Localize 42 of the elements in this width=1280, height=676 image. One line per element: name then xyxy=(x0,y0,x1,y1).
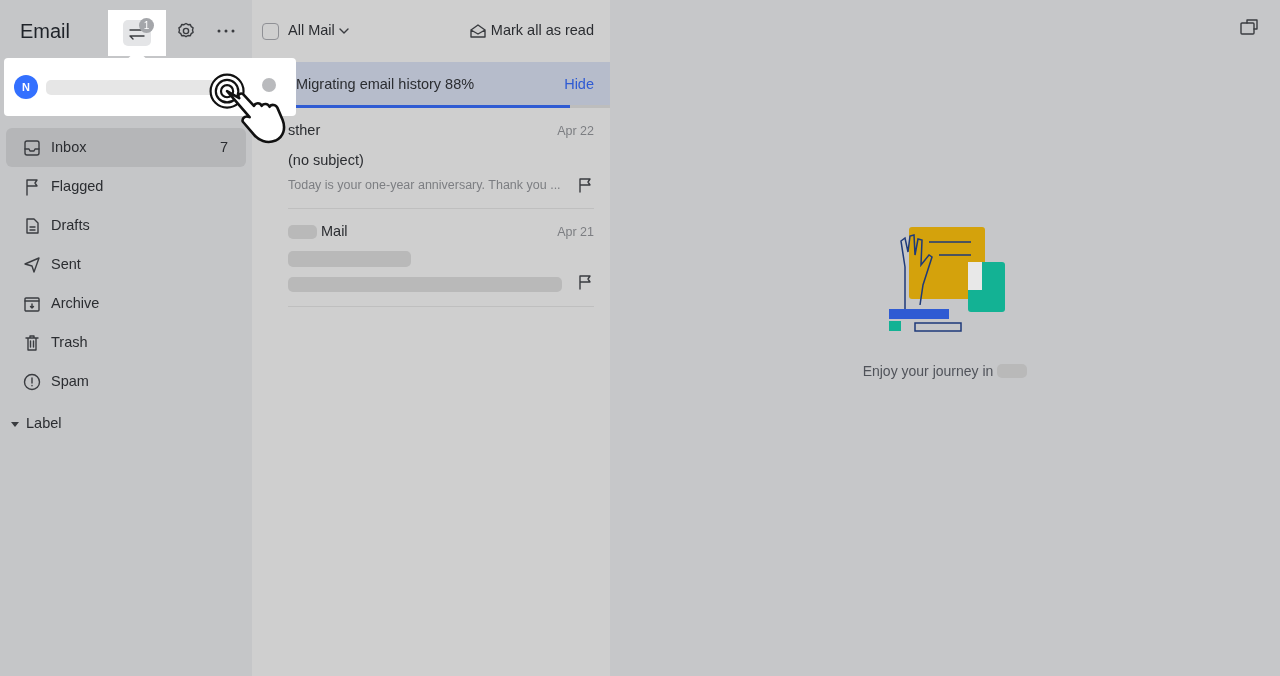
avatar: N xyxy=(14,75,38,99)
badge-dot xyxy=(262,78,276,92)
select-all-checkbox[interactable] xyxy=(262,22,279,40)
sidebar-item[interactable]: Inbox 7 xyxy=(6,128,246,167)
chevron-down-icon xyxy=(338,28,349,34)
envelope-open-icon xyxy=(469,24,486,38)
flag-icon xyxy=(577,273,593,290)
send-icon xyxy=(23,255,41,274)
popout-button[interactable] xyxy=(1238,16,1260,38)
flag-button[interactable] xyxy=(576,175,594,194)
message-sender: sther xyxy=(288,121,321,140)
message-sender: Mail xyxy=(321,222,348,242)
trash-icon xyxy=(23,333,41,352)
message-date: Apr 21 xyxy=(557,223,594,241)
sidebar-item[interactable]: Sent xyxy=(6,245,246,284)
warning-icon xyxy=(23,372,41,391)
window-icon xyxy=(1240,19,1258,35)
settings-icon xyxy=(177,22,195,40)
unread-count: 7 xyxy=(219,137,228,157)
document-icon xyxy=(23,216,41,235)
message-date: Apr 22 xyxy=(557,122,594,140)
mark-read-button[interactable]: Mark all as read xyxy=(469,16,594,46)
sidebar-item[interactable]: Archive xyxy=(6,284,246,323)
message-preview: Today is your one-year anniversary. Thank you ... xyxy=(288,176,561,194)
caret-icon xyxy=(10,419,20,428)
sidebar-item[interactable]: Flagged xyxy=(6,167,246,206)
message-subject: (no subject) xyxy=(288,151,364,168)
empty-state-text: Enjoy your journey in xyxy=(862,361,994,381)
notification-badge: 1 xyxy=(139,18,154,33)
migration-text: Migrating email history 88% xyxy=(296,75,475,95)
more-icon xyxy=(217,29,235,33)
flag-button[interactable] xyxy=(576,272,594,291)
sidebar-item[interactable]: Spam xyxy=(6,362,246,401)
app-title: Email xyxy=(20,19,71,44)
sidebar-item[interactable]: Trash xyxy=(6,323,246,362)
sidebar-item[interactable]: Drafts xyxy=(6,206,246,245)
filter-dropdown[interactable]: All Mail xyxy=(288,16,349,46)
label-section-toggle[interactable]: Label xyxy=(0,401,252,435)
flag-icon xyxy=(577,176,593,193)
archive-icon xyxy=(23,294,41,313)
flag-icon xyxy=(23,177,41,196)
inbox-icon xyxy=(23,138,41,157)
